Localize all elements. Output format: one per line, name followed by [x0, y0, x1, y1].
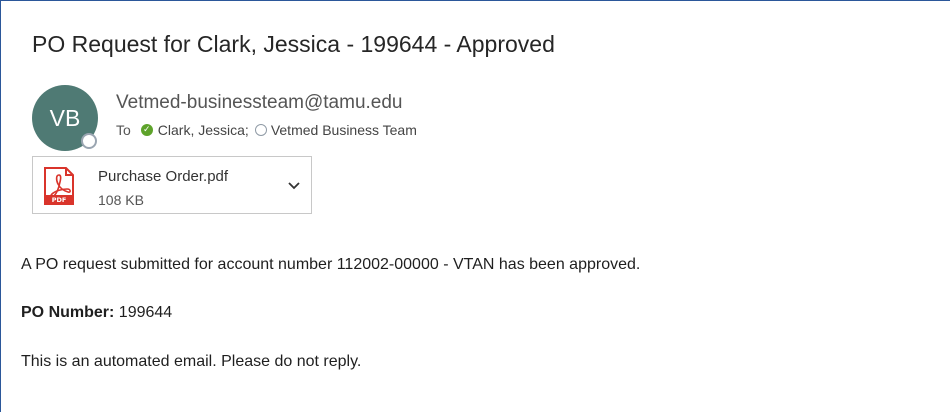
po-number-label: PO Number:: [21, 304, 115, 321]
po-number-value: 199644: [118, 304, 173, 321]
pdf-file-icon: PDF: [44, 167, 74, 205]
body-po-number: PO Number: 199644: [21, 304, 172, 322]
recipient-vetmed-business-team[interactable]: Vetmed Business Team: [249, 122, 417, 138]
body-approval-message: A PO request submitted for account numbe…: [21, 256, 641, 273]
attachment-card[interactable]: PDF Purchase Order.pdf 108 KB: [32, 156, 312, 214]
sender-address[interactable]: Vetmed-businessteam@tamu.edu: [116, 92, 403, 114]
presence-status-icon: [81, 133, 97, 149]
svg-text:PDF: PDF: [52, 196, 67, 204]
recipient-name: Vetmed Business Team: [270, 122, 417, 138]
recipient-line: To ✓ Clark, Jessica; Vetmed Business Tea…: [116, 122, 417, 138]
body-automated-notice: This is an automated email. Please do no…: [21, 353, 362, 370]
recipient-name: Clark, Jessica;: [157, 122, 249, 138]
recipient-clark-jessica[interactable]: ✓ Clark, Jessica;: [140, 122, 249, 138]
email-subject: PO Request for Clark, Jessica - 199644 -…: [32, 31, 555, 57]
to-label: To: [116, 122, 131, 138]
available-status-icon: ✓: [140, 124, 153, 136]
offline-status-icon: [254, 124, 267, 136]
attachment-size: 108 KB: [98, 192, 144, 208]
chevron-down-icon[interactable]: [287, 181, 301, 191]
email-reading-pane: PO Request for Clark, Jessica - 199644 -…: [0, 0, 950, 412]
attachment-name: Purchase Order.pdf: [98, 168, 229, 185]
